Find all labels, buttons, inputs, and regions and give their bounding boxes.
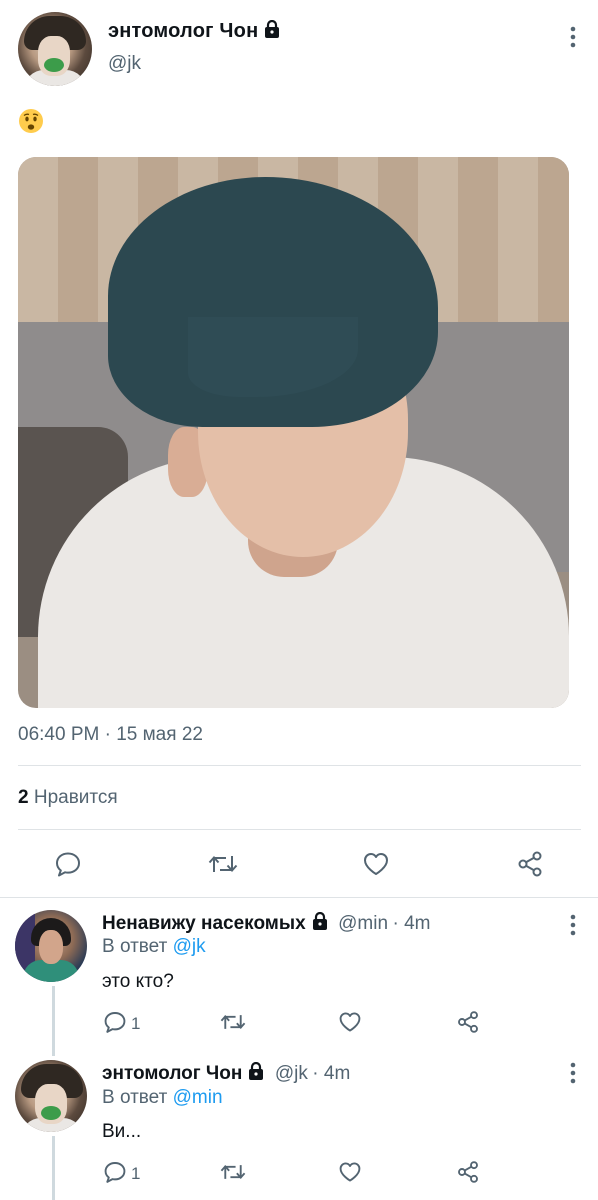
reply-count: 1 xyxy=(131,1164,141,1183)
like-icon[interactable] xyxy=(362,850,390,878)
reply-text: Ви... xyxy=(102,1121,142,1142)
share-icon[interactable] xyxy=(456,1160,480,1184)
reply-time: · 4m xyxy=(312,1063,351,1084)
more-options-icon[interactable] xyxy=(570,914,576,936)
reply-icon[interactable] xyxy=(103,1010,127,1034)
reply-icon[interactable] xyxy=(103,1160,127,1184)
share-icon[interactable] xyxy=(456,1010,480,1034)
reply-display-name[interactable]: энтомолог Чон xyxy=(102,1063,242,1084)
reply-header: энтомолог Чон @jk · 4m xyxy=(102,1062,350,1085)
like-icon[interactable] xyxy=(338,1010,362,1034)
author-display-name[interactable]: энтомолог Чон xyxy=(108,20,258,42)
likes-count: 2 xyxy=(18,787,29,808)
reply-to-prefix: В ответ xyxy=(102,1087,168,1108)
reply-count: 1 xyxy=(131,1014,141,1033)
likes-stat[interactable]: 2 Нравится xyxy=(18,787,118,809)
reply-time: · 4m xyxy=(392,913,431,934)
reply-to-prefix: В ответ xyxy=(102,936,168,957)
retweet-icon[interactable] xyxy=(218,1160,248,1184)
tweet-photo[interactable] xyxy=(18,157,569,708)
reply-icon[interactable] xyxy=(54,850,82,878)
retweet-icon[interactable] xyxy=(206,850,240,878)
reply-handle[interactable]: @min xyxy=(338,913,388,934)
reply-header: Ненавижу насекомых @min · 4m xyxy=(102,912,430,935)
retweet-icon[interactable] xyxy=(218,1010,248,1034)
reply-display-name[interactable]: Ненавижу насекомых xyxy=(102,913,306,934)
reply-handle[interactable]: @jk xyxy=(275,1063,308,1084)
more-options-icon[interactable] xyxy=(570,26,576,48)
divider xyxy=(0,897,598,898)
likes-label: Нравится xyxy=(33,787,118,808)
share-icon[interactable] xyxy=(516,850,544,878)
reply-to-handle[interactable]: @jk xyxy=(173,936,206,957)
more-options-icon[interactable] xyxy=(570,1062,576,1084)
reply-text: это кто? xyxy=(102,971,174,992)
reply-avatar[interactable] xyxy=(15,1060,87,1132)
reply-avatar[interactable] xyxy=(15,910,87,982)
divider xyxy=(18,829,581,830)
author-name-row[interactable]: энтомолог Чон xyxy=(108,20,280,43)
thread-line xyxy=(52,1136,55,1200)
author-handle[interactable]: @jk xyxy=(108,53,141,75)
like-icon[interactable] xyxy=(338,1160,362,1184)
author-avatar[interactable] xyxy=(18,12,92,86)
lock-icon xyxy=(248,1062,264,1080)
reply-to-handle[interactable]: @min xyxy=(173,1087,223,1108)
lock-icon xyxy=(312,912,328,930)
thread-line xyxy=(52,986,55,1056)
divider xyxy=(18,765,581,766)
lock-icon xyxy=(264,20,280,38)
reply-to-line: В ответ @min xyxy=(102,1087,223,1109)
reply-to-line: В ответ @jk xyxy=(102,936,206,958)
tweet-timestamp[interactable]: 06:40 PM · 15 мая 22 xyxy=(18,724,203,746)
tweet-emoji xyxy=(18,108,44,134)
